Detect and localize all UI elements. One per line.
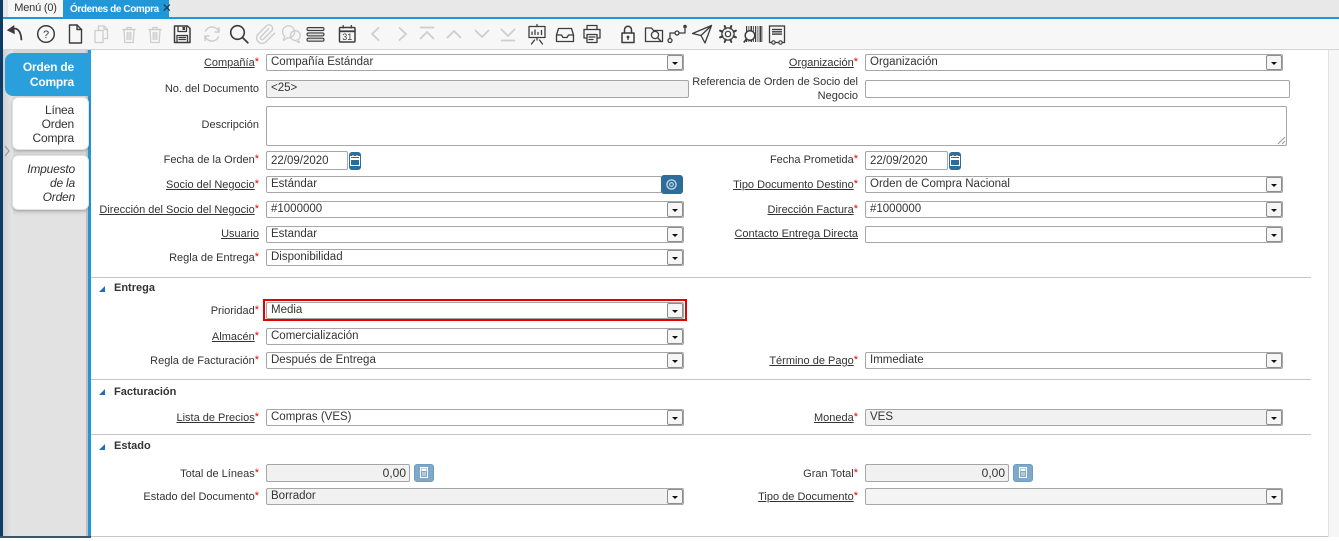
- svg-text:?: ?: [43, 29, 49, 41]
- svg-text:31: 31: [342, 32, 352, 42]
